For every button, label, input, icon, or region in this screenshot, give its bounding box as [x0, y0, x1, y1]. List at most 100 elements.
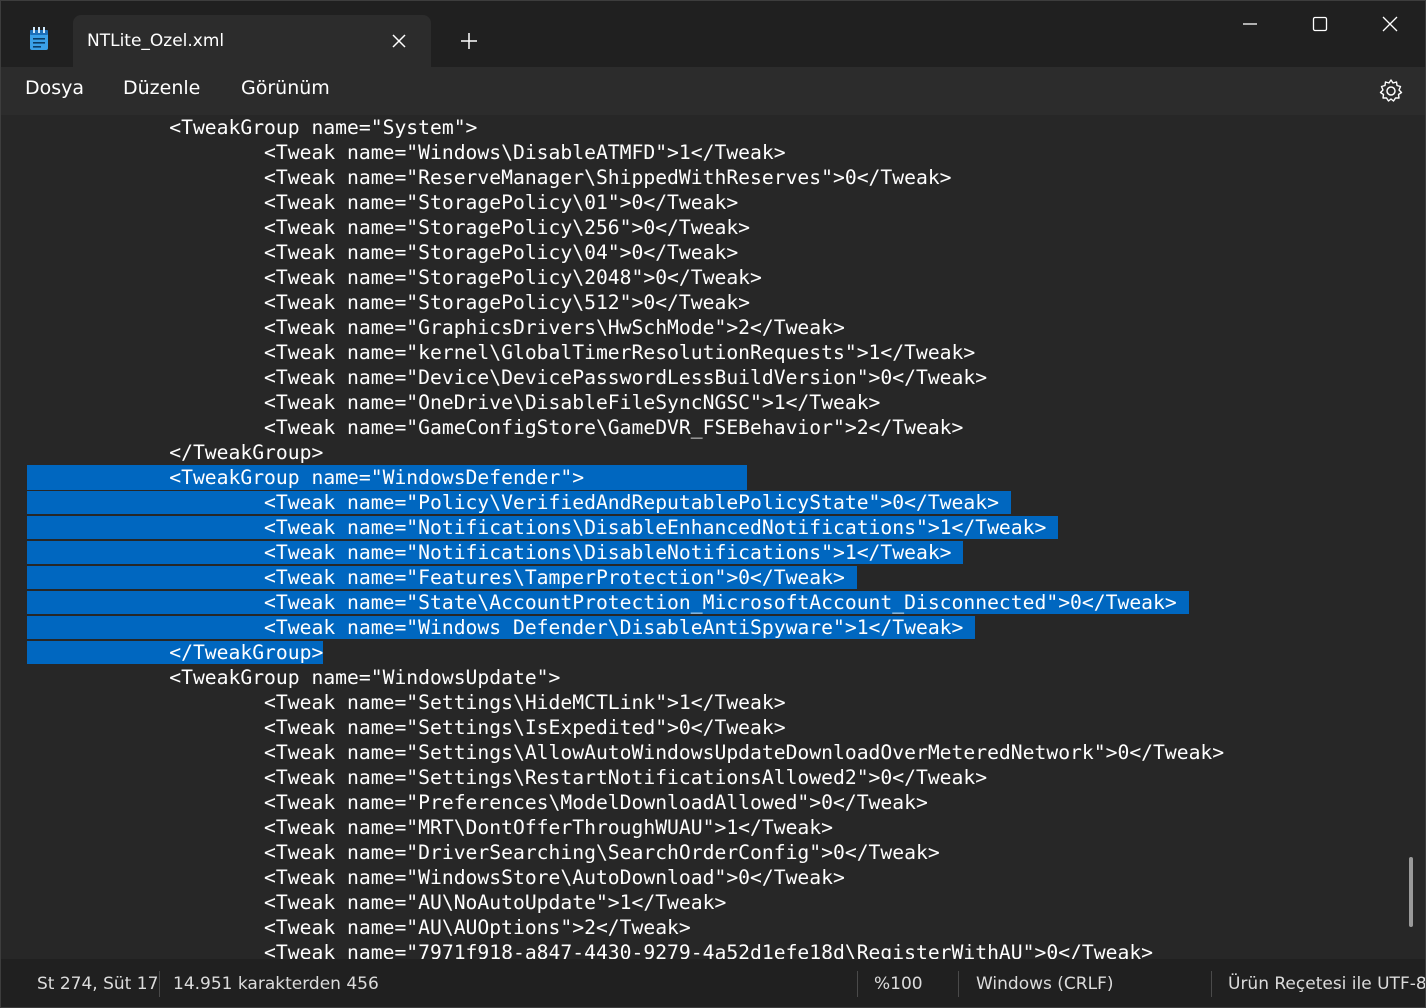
maximize-icon — [1312, 16, 1328, 32]
menu-file[interactable]: Dosya — [25, 77, 84, 99]
editor-line: <Tweak name="StoragePolicy\2048">0</Twea… — [27, 265, 1224, 290]
menu-edit[interactable]: Düzenle — [123, 77, 200, 99]
editor-line: <Tweak name="Windows\DisableATMFD">1</Tw… — [27, 140, 1224, 165]
editor-line: <TweakGroup name="System"> — [27, 115, 1224, 140]
editor-line: <Tweak name="Settings\HideMCTLink">1</Tw… — [27, 690, 1224, 715]
menu-view[interactable]: Görünüm — [241, 77, 330, 99]
editor-line-text: <Tweak name="StoragePolicy\04">0</Tweak> — [27, 241, 739, 264]
editor-line-text: <Tweak name="OneDrive\DisableFileSyncNGS… — [27, 391, 881, 414]
tab-ntlite-ozel-xml[interactable]: NTLite_Ozel.xml — [73, 15, 431, 67]
editor-line-text: <Tweak name="StoragePolicy\2048">0</Twea… — [27, 266, 762, 289]
editor-line-text: <Tweak name="ReserveManager\ShippedWithR… — [27, 166, 952, 189]
status-divider — [958, 971, 959, 997]
editor-line: <Tweak name="Settings\RestartNotificatio… — [27, 765, 1224, 790]
editor-line: <Tweak name="OneDrive\DisableFileSyncNGS… — [27, 390, 1224, 415]
cursor-position: St 274, Süt 17 — [37, 974, 159, 994]
editor-line: <Tweak name="Notifications\DisableNotifi… — [27, 540, 1224, 565]
notepad-app-icon — [30, 27, 48, 50]
editor-line: <Tweak name="Device\DevicePasswordLessBu… — [27, 365, 1224, 390]
editor-line: <Tweak name="StoragePolicy\256">0</Tweak… — [27, 215, 1224, 240]
close-icon — [392, 34, 406, 48]
editor-line-text: <Tweak name="Features\TamperProtection">… — [27, 566, 857, 589]
plus-icon — [461, 33, 477, 49]
close-window-button[interactable] — [1355, 1, 1425, 47]
tab-title: NTLite_Ozel.xml — [87, 31, 225, 51]
editor-line: <Tweak name="Preferences\ModelDownloadAl… — [27, 790, 1224, 815]
editor-line-text: <Tweak name="Notifications\DisableEnhanc… — [27, 516, 1059, 539]
new-tab-button[interactable] — [453, 25, 485, 57]
line-ending[interactable]: Windows (CRLF) — [976, 974, 1114, 994]
editor-line-text: <Tweak name="7971f918-a847-4430-9279-4a5… — [27, 941, 1154, 959]
editor-line: <Tweak name="Policy\VerifiedAndReputable… — [27, 490, 1224, 515]
editor-line-text: <Tweak name="Device\DevicePasswordLessBu… — [27, 366, 988, 389]
editor-line: </TweakGroup> — [27, 640, 1224, 665]
editor-line-text: <Tweak name="GraphicsDrivers\HwSchMode">… — [27, 316, 845, 339]
zoom-level[interactable]: %100 — [874, 974, 923, 994]
editor-line: <Tweak name="Settings\IsExpedited">0</Tw… — [27, 715, 1224, 740]
minimize-button[interactable] — [1215, 1, 1285, 47]
editor-line-text: <Tweak name="StoragePolicy\01">0</Tweak> — [27, 191, 739, 214]
menu-bar: Dosya Düzenle Görünüm — [1, 67, 1425, 115]
editor-line: <TweakGroup name="WindowsDefender"> — [27, 465, 747, 490]
editor-line: <Tweak name="Windows Defender\DisableAnt… — [27, 615, 1224, 640]
editor-line-text: <Tweak name="StoragePolicy\512">0</Tweak… — [27, 291, 751, 314]
editor-line: <TweakGroup name="WindowsUpdate"> — [27, 665, 1224, 690]
editor-line-text: <Tweak name="MRT\DontOfferThroughWUAU">1… — [27, 816, 833, 839]
encoding[interactable]: Ürün Reçetesi ile UTF-8 — [1228, 974, 1425, 994]
editor-line: <Tweak name="AU\AUOptions">2</Tweak> — [27, 915, 1224, 940]
editor-line: <Tweak name="7971f918-a847-4430-9279-4a5… — [27, 940, 1224, 959]
gear-icon[interactable] — [1377, 77, 1405, 105]
editor-line: <Tweak name="GraphicsDrivers\HwSchMode">… — [27, 315, 1224, 340]
title-bar: NTLite_Ozel.xml — [1, 1, 1425, 67]
editor-line-text: <Tweak name="Preferences\ModelDownloadAl… — [27, 791, 928, 814]
editor-line-text: <TweakGroup name="WindowsUpdate"> — [27, 666, 561, 689]
close-tab-button[interactable] — [385, 27, 413, 55]
notepad-window: NTLite_Ozel.xml Dosya Düzenle Görünüm <T… — [0, 0, 1426, 1008]
editor-line-text: <Tweak name="Settings\HideMCTLink">1</Tw… — [27, 691, 786, 714]
editor-line-text: <Tweak name="kernel\GlobalTimerResolutio… — [27, 341, 976, 364]
status-divider — [159, 971, 160, 997]
status-divider — [1211, 971, 1212, 997]
editor-line-text: <Tweak name="DriverSearching\SearchOrder… — [27, 841, 940, 864]
editor-line-text: <Tweak name="Settings\RestartNotificatio… — [27, 766, 988, 789]
editor-line: <Tweak name="StoragePolicy\01">0</Tweak> — [27, 190, 1224, 215]
editor-line: <Tweak name="Settings\AllowAutoWindowsUp… — [27, 740, 1224, 765]
editor-line-text: <Tweak name="WindowsStore\AutoDownload">… — [27, 866, 845, 889]
editor-line-text: <Tweak name="Settings\AllowAutoWindowsUp… — [27, 741, 1225, 764]
editor-line: <Tweak name="StoragePolicy\04">0</Tweak> — [27, 240, 1224, 265]
editor-line: <Tweak name="Features\TamperProtection">… — [27, 565, 1224, 590]
vertical-scrollbar[interactable] — [1409, 857, 1413, 927]
close-icon — [1382, 16, 1398, 32]
selection-count: 14.951 karakterden 456 — [173, 974, 379, 994]
editor-line-text: <Tweak name="AU\AUOptions">2</Tweak> — [27, 916, 691, 939]
editor-lines: <TweakGroup name="System"> <Tweak name="… — [27, 115, 1224, 959]
editor-line: <Tweak name="Notifications\DisableEnhanc… — [27, 515, 1224, 540]
editor-line-text: <Tweak name="Windows Defender\DisableAnt… — [27, 616, 976, 639]
editor-line-text: <Tweak name="Settings\IsExpedited">0</Tw… — [27, 716, 786, 739]
editor-line-text: <Tweak name="GameConfigStore\GameDVR_FSE… — [27, 416, 964, 439]
editor-line-text: <TweakGroup name="WindowsDefender"> — [27, 466, 596, 489]
minimize-icon — [1243, 23, 1257, 25]
editor-line-text: <Tweak name="StoragePolicy\256">0</Tweak… — [27, 216, 751, 239]
editor-line-text: </TweakGroup> — [27, 441, 324, 464]
editor-line: <Tweak name="StoragePolicy\512">0</Tweak… — [27, 290, 1224, 315]
editor-line: <Tweak name="WindowsStore\AutoDownload">… — [27, 865, 1224, 890]
editor-line-text: <TweakGroup name="System"> — [27, 116, 478, 139]
editor-line: <Tweak name="ReserveManager\ShippedWithR… — [27, 165, 1224, 190]
editor-line-text: <Tweak name="AU\NoAutoUpdate">1</Tweak> — [27, 891, 727, 914]
maximize-button[interactable] — [1285, 1, 1355, 47]
editor-line: </TweakGroup> — [27, 440, 1224, 465]
editor-line: <Tweak name="State\AccountProtection_Mic… — [27, 590, 1224, 615]
editor-line-text: <Tweak name="Windows\DisableATMFD">1</Tw… — [27, 141, 786, 164]
editor-line: <Tweak name="DriverSearching\SearchOrder… — [27, 840, 1224, 865]
editor-line-text: <Tweak name="State\AccountProtection_Mic… — [27, 591, 1189, 614]
editor-line: <Tweak name="AU\NoAutoUpdate">1</Tweak> — [27, 890, 1224, 915]
status-bar: St 274, Süt 17 14.951 karakterden 456 %1… — [1, 959, 1425, 1007]
text-editor[interactable]: <TweakGroup name="System"> <Tweak name="… — [1, 115, 1425, 959]
status-divider — [857, 971, 858, 997]
editor-line-text: </TweakGroup> — [27, 641, 324, 664]
editor-line: <Tweak name="kernel\GlobalTimerResolutio… — [27, 340, 1224, 365]
editor-line: <Tweak name="GameConfigStore\GameDVR_FSE… — [27, 415, 1224, 440]
editor-line: <Tweak name="MRT\DontOfferThroughWUAU">1… — [27, 815, 1224, 840]
editor-line-text: <Tweak name="Policy\VerifiedAndReputable… — [27, 491, 1011, 514]
